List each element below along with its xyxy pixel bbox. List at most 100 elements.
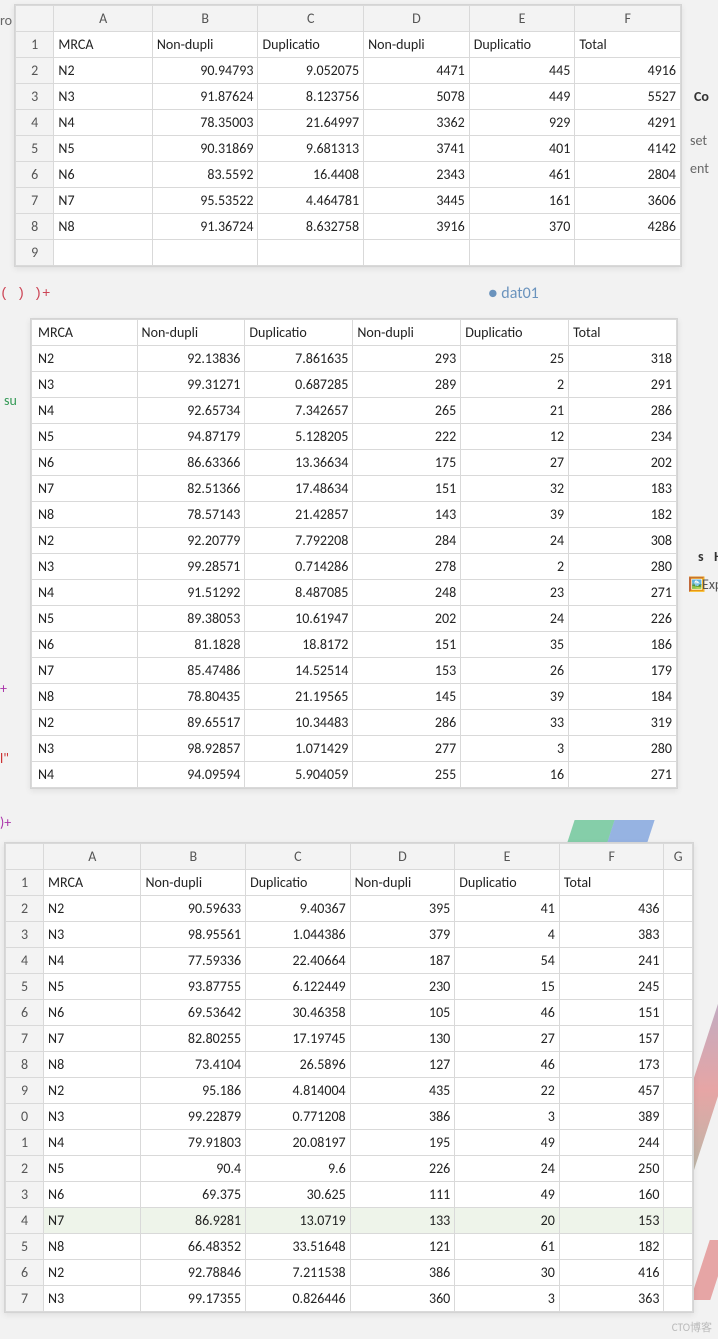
table-row[interactable]: 6N292.788467.21153838630416 xyxy=(6,1260,693,1286)
table-row[interactable]: 3N669.37530.62511149160 xyxy=(6,1182,693,1208)
select-all-corner[interactable] xyxy=(16,6,54,32)
table-row[interactable]: 9N295.1864.81400443522457 xyxy=(6,1078,693,1104)
cell[interactable]: 386 xyxy=(350,1260,455,1286)
table-row[interactable]: N782.5136617.4863415132183 xyxy=(32,476,677,502)
cell[interactable]: N7 xyxy=(32,658,138,684)
cell[interactable]: 33 xyxy=(461,710,569,736)
cell[interactable]: 4.814004 xyxy=(246,1078,351,1104)
row-header[interactable]: 1 xyxy=(6,1130,44,1156)
cell[interactable] xyxy=(575,240,681,266)
spreadsheet-2[interactable]: MRCANon-dupliDuplicatioNon-dupliDuplicat… xyxy=(30,318,678,789)
cell[interactable]: 436 xyxy=(559,896,664,922)
cell[interactable]: 245 xyxy=(559,974,664,1000)
cell[interactable]: N4 xyxy=(32,762,138,788)
table-row[interactable]: N785.4748614.5251415326179 xyxy=(32,658,677,684)
cell[interactable]: 145 xyxy=(353,684,461,710)
col-header-A[interactable]: A xyxy=(54,6,152,32)
row-header[interactable]: 6 xyxy=(6,1260,44,1286)
cell[interactable]: 90.94793 xyxy=(152,58,258,84)
row-header[interactable]: 6 xyxy=(6,1000,44,1026)
cell[interactable]: 105 xyxy=(350,1000,455,1026)
column-header-row[interactable]: A B C D E F G xyxy=(6,844,693,870)
table-row[interactable]: N399.312710.6872852892291 xyxy=(32,372,677,398)
cell[interactable]: 21.19565 xyxy=(245,684,353,710)
cell[interactable]: 241 xyxy=(559,948,664,974)
cell[interactable]: N6 xyxy=(32,450,138,476)
cell[interactable]: 3362 xyxy=(364,110,470,136)
row-header[interactable]: 5 xyxy=(6,1234,44,1260)
table-row[interactable]: 2N290.596339.4036739541436 xyxy=(6,896,693,922)
table-row[interactable]: MRCANon-dupliDuplicatioNon-dupliDuplicat… xyxy=(32,320,677,346)
col-header-E[interactable]: E xyxy=(455,844,560,870)
col-header-D[interactable]: D xyxy=(350,844,455,870)
cell[interactable]: 69.375 xyxy=(141,1182,246,1208)
cell[interactable]: 3 xyxy=(455,1286,560,1312)
cell[interactable]: 121 xyxy=(350,1234,455,1260)
cell[interactable] xyxy=(152,240,258,266)
table-row[interactable]: N398.928571.0714292773280 xyxy=(32,736,677,762)
cell[interactable]: 92.65734 xyxy=(137,398,245,424)
table-row[interactable]: N292.207797.79220828424308 xyxy=(32,528,677,554)
cell[interactable] xyxy=(664,948,693,974)
cell[interactable]: 30 xyxy=(455,1260,560,1286)
cell[interactable]: 2 xyxy=(461,554,569,580)
cell[interactable]: N7 xyxy=(44,1208,141,1234)
row-header[interactable]: 3 xyxy=(6,922,44,948)
col-header-B[interactable]: B xyxy=(152,6,258,32)
cell[interactable]: 5.128205 xyxy=(245,424,353,450)
cell[interactable]: 92.20779 xyxy=(137,528,245,554)
cell[interactable]: N2 xyxy=(44,896,141,922)
cell[interactable]: 91.36724 xyxy=(152,214,258,240)
cell[interactable]: Duplicatio xyxy=(258,32,364,58)
cell[interactable]: 5.904059 xyxy=(245,762,353,788)
cell[interactable]: 8.632758 xyxy=(258,214,364,240)
row-header[interactable]: 5 xyxy=(6,974,44,1000)
cell[interactable]: 91.87624 xyxy=(152,84,258,110)
table-row[interactable]: N399.285710.7142862782280 xyxy=(32,554,677,580)
cell[interactable]: 284 xyxy=(353,528,461,554)
cell[interactable]: 7.792208 xyxy=(245,528,353,554)
cell[interactable]: 271 xyxy=(569,580,677,606)
cell[interactable]: 293 xyxy=(353,346,461,372)
cell[interactable]: 24 xyxy=(461,528,569,554)
cell[interactable]: 92.78846 xyxy=(141,1260,246,1286)
cell[interactable] xyxy=(664,1000,693,1026)
cell[interactable] xyxy=(664,1026,693,1052)
cell[interactable]: 4291 xyxy=(575,110,681,136)
cell[interactable]: 78.57143 xyxy=(137,502,245,528)
cell[interactable]: N4 xyxy=(54,110,152,136)
row-header[interactable]: 5 xyxy=(16,136,54,162)
cell[interactable]: 21.64997 xyxy=(258,110,364,136)
cell[interactable]: 26 xyxy=(461,658,569,684)
cell[interactable]: 234 xyxy=(569,424,677,450)
cell[interactable]: 457 xyxy=(559,1078,664,1104)
column-header-row[interactable]: A B C D E F xyxy=(16,6,681,32)
cell[interactable]: 173 xyxy=(559,1052,664,1078)
cell[interactable]: Duplicatio xyxy=(469,32,575,58)
cell[interactable]: 182 xyxy=(559,1234,664,1260)
cell[interactable]: 175 xyxy=(353,450,461,476)
cell[interactable]: 2804 xyxy=(575,162,681,188)
cell[interactable]: 1.044386 xyxy=(246,922,351,948)
cell[interactable]: 98.95561 xyxy=(141,922,246,948)
cell[interactable] xyxy=(664,1078,693,1104)
cell[interactable]: 9.6 xyxy=(246,1156,351,1182)
cell[interactable]: N6 xyxy=(54,162,152,188)
row-header[interactable]: 3 xyxy=(16,84,54,110)
cell[interactable]: 85.47486 xyxy=(137,658,245,684)
row-header[interactable]: 2 xyxy=(6,896,44,922)
cell[interactable]: Non-dupli xyxy=(350,870,455,896)
cell[interactable]: N2 xyxy=(54,58,152,84)
table-row[interactable]: 7N399.173550.8264463603363 xyxy=(6,1286,693,1312)
cell[interactable]: 18.8172 xyxy=(245,632,353,658)
cell[interactable]: 133 xyxy=(350,1208,455,1234)
cell[interactable]: 386 xyxy=(350,1104,455,1130)
col-header-B[interactable]: B xyxy=(141,844,246,870)
cell[interactable]: 26.5896 xyxy=(246,1052,351,1078)
cell[interactable]: N3 xyxy=(32,736,138,762)
cell[interactable]: 13.36634 xyxy=(245,450,353,476)
cell[interactable]: 86.9281 xyxy=(141,1208,246,1234)
cell[interactable]: Non-dupli xyxy=(152,32,258,58)
cell[interactable]: 143 xyxy=(353,502,461,528)
cell[interactable] xyxy=(664,1260,693,1286)
